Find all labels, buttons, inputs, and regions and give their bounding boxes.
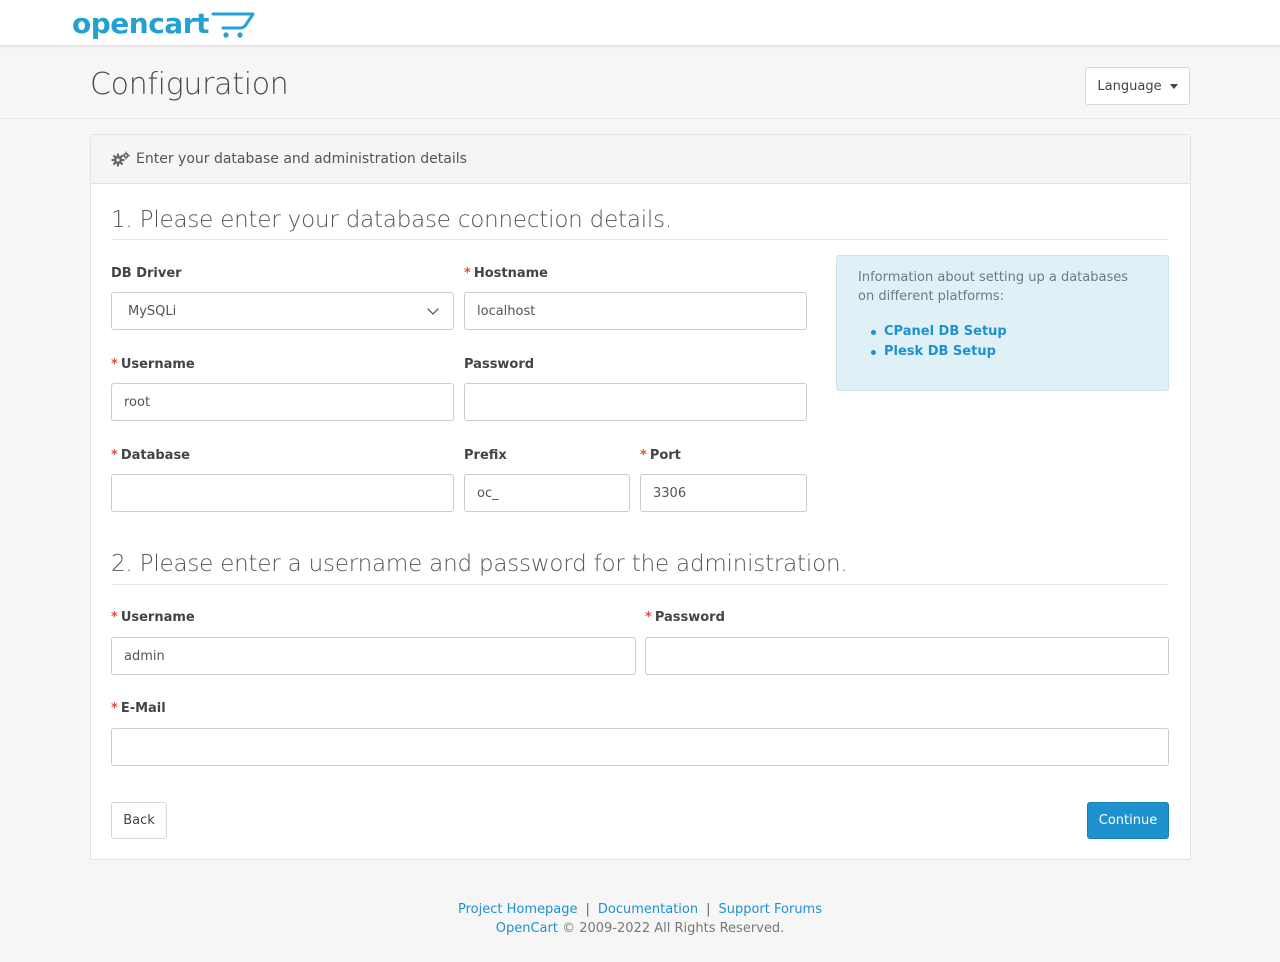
db-password-input[interactable] (464, 383, 807, 421)
db-driver-value: MySQLi (128, 303, 177, 319)
section1-title: 1. Please enter your database connection… (111, 207, 673, 233)
gears-icon (111, 151, 131, 167)
admin-password-input[interactable] (645, 637, 1169, 675)
page-title: Configuration (90, 67, 289, 102)
db-username-label: * Username (111, 357, 195, 372)
continue-button[interactable]: Continue (1087, 802, 1169, 839)
list-item: CPanel DB Setup (871, 322, 1147, 342)
copyright-text: © 2009-2022 All Rights Reserved. (562, 921, 785, 936)
cart-icon (211, 12, 255, 38)
admin-username-label: * Username (111, 610, 195, 625)
email-label: * E-Mail (111, 701, 166, 716)
back-button[interactable]: Back (111, 802, 167, 839)
db-setup-info-box: Information about setting up a databases… (836, 255, 1169, 391)
panel-heading: Enter your database and administration d… (91, 135, 1190, 184)
language-dropdown[interactable]: Language (1085, 67, 1190, 105)
panel-heading-text: Enter your database and administration d… (136, 151, 467, 167)
list-item: Plesk DB Setup (871, 342, 1147, 362)
email-input[interactable] (111, 728, 1169, 766)
logo-text: opencart (72, 6, 209, 40)
port-label: * Port (640, 448, 681, 463)
admin-password-label: * Password (645, 610, 725, 625)
footer-separator: | (585, 902, 590, 917)
db-username-input[interactable] (111, 383, 454, 421)
info-links-list: CPanel DB Setup Plesk DB Setup (858, 322, 1147, 362)
db-driver-select[interactable]: MySQLi (111, 292, 454, 330)
page-header: Configuration Language (0, 47, 1280, 119)
copyright-line: OpenCart © 2009-2022 All Rights Reserved… (0, 919, 1280, 938)
database-label: * Database (111, 448, 190, 463)
hostname-label: * Hostname (464, 266, 548, 281)
footer-links: Project Homepage | Documentation | Support F… (0, 900, 1280, 919)
configuration-panel: Enter your database and administration d… (90, 134, 1191, 860)
project-homepage-link[interactable]: Project Homepage (458, 902, 577, 917)
hostname-input[interactable] (464, 292, 807, 330)
port-input[interactable] (640, 474, 807, 512)
info-text: Information about setting up a databases… (858, 270, 1128, 304)
prefix-input[interactable] (464, 474, 630, 512)
cpanel-db-setup-link[interactable]: CPanel DB Setup (884, 324, 1007, 339)
database-input[interactable] (111, 474, 454, 512)
section1-divider (111, 239, 1169, 240)
top-bar: opencart (0, 0, 1280, 46)
prefix-label: Prefix (464, 448, 507, 463)
section2-title: 2. Please enter a username and password … (111, 551, 848, 577)
opencart-link[interactable]: OpenCart (496, 921, 558, 936)
footer-separator: | (706, 902, 711, 917)
caret-down-icon (1169, 83, 1178, 89)
footer: Project Homepage | Documentation | Support F… (0, 900, 1280, 938)
language-label: Language (1097, 78, 1162, 94)
documentation-link[interactable]: Documentation (598, 902, 698, 917)
opencart-logo[interactable]: opencart (72, 4, 257, 42)
support-forums-link[interactable]: Support Forums (718, 902, 822, 917)
section2-divider (111, 584, 1169, 585)
db-driver-label: DB Driver (111, 266, 182, 281)
plesk-db-setup-link[interactable]: Plesk DB Setup (884, 344, 996, 359)
db-password-label: Password (464, 357, 535, 372)
chevron-down-icon (427, 303, 439, 315)
admin-username-input[interactable] (111, 637, 636, 675)
